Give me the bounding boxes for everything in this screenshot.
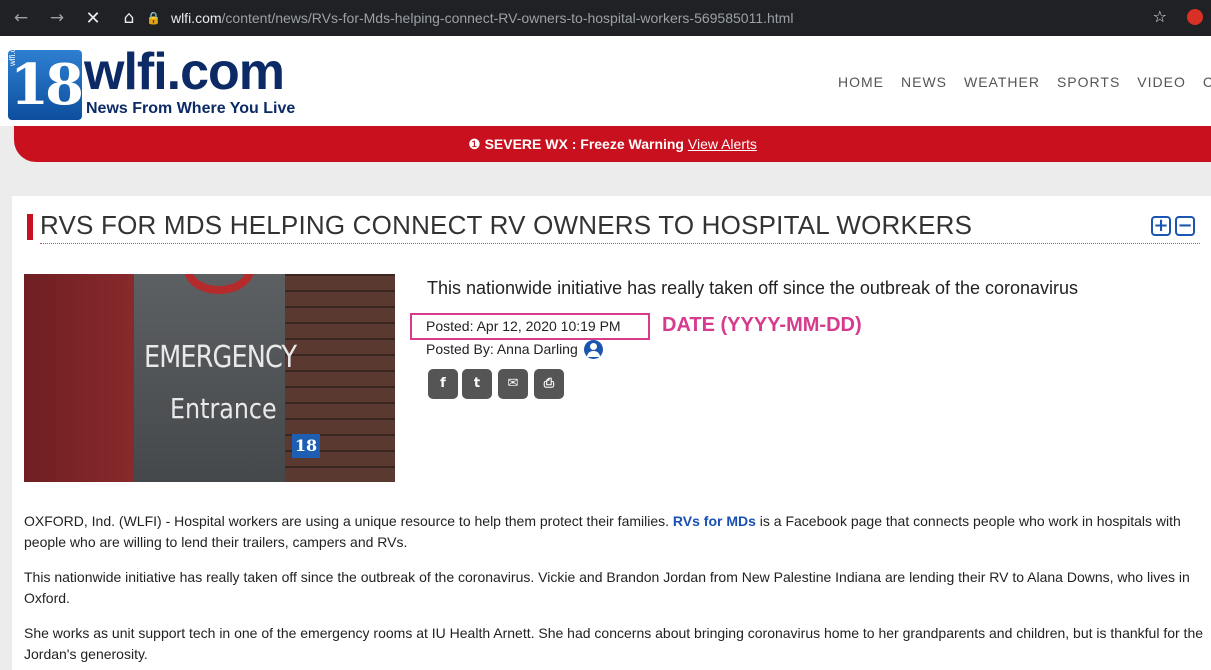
nav-news[interactable]: NEWS — [901, 74, 947, 90]
url-text[interactable]: wlfi.com/content/news/RVs-for-Mds-helpin… — [171, 10, 794, 26]
photo-watermark-logo: 18 — [292, 434, 320, 458]
logo-side-text: wlfi.com — [8, 37, 17, 66]
photo-sign-emergency: EMERGENCY — [144, 340, 297, 375]
byline: Posted By: Anna Darling — [426, 340, 603, 359]
address-bar[interactable]: 🔒 wlfi.com/content/news/RVs-for-Mds-help… — [140, 5, 1180, 31]
forward-arrow-icon[interactable]: → — [46, 8, 68, 28]
extension-icon[interactable] — [1187, 9, 1203, 25]
nav-more[interactable]: CO — [1203, 74, 1211, 90]
site-header: 18 wlfi.com wlfi.com News From Where You… — [0, 36, 1211, 126]
article-headline: RVS FOR MDS HELPING CONNECT RV OWNERS TO… — [40, 210, 973, 240]
nav-sports[interactable]: SPORTS — [1057, 74, 1120, 90]
article-photo[interactable]: EMERGENCY Entrance 18 — [24, 274, 395, 482]
posted-date: Posted: Apr 12, 2020 10:19 PM — [426, 318, 621, 334]
expand-icon[interactable]: + — [1151, 216, 1171, 236]
article-paragraph-2: This nationwide initiative has really ta… — [24, 569, 1190, 606]
article-subhead: This nationwide initiative has really ta… — [427, 278, 1079, 298]
paragraph-1-lead: OXFORD, Ind. (WLFI) - Hospital workers a… — [24, 513, 673, 529]
alert-label: SEVERE WX : Freeze Warning — [484, 136, 684, 152]
nav-video[interactable]: VIDEO — [1137, 74, 1186, 90]
bookmark-star-icon[interactable]: ☆ — [1153, 7, 1167, 26]
site-tagline: News From Where You Live — [86, 100, 296, 117]
photo-wall — [134, 274, 294, 482]
view-alerts-link[interactable]: View Alerts — [688, 136, 757, 152]
rvs-for-mds-link[interactable]: RVs for MDs — [673, 513, 756, 529]
article-card: RVS FOR MDS HELPING CONNECT RV OWNERS TO… — [12, 196, 1211, 670]
severe-weather-alert: ❶ SEVERE WX : Freeze Warning View Alerts — [14, 126, 1211, 162]
twitter-share-icon[interactable]: t — [462, 369, 492, 399]
lock-icon: 🔒 — [146, 11, 161, 25]
browser-toolbar: ← → ✕ ⌂ 🔒 wlfi.com/content/news/RVs-for-… — [0, 0, 1211, 36]
stop-loading-icon[interactable]: ✕ — [82, 8, 104, 29]
byline-text: Posted By: Anna Darling — [426, 341, 578, 357]
url-path: /content/news/RVs-for-Mds-helping-connec… — [221, 10, 794, 26]
alert-icon: ❶ — [468, 136, 481, 152]
home-icon[interactable]: ⌂ — [118, 8, 140, 28]
site-logo-name[interactable]: wlfi.com — [84, 46, 285, 98]
article-paragraph-1: OXFORD, Ind. (WLFI) - Hospital workers a… — [24, 511, 1204, 553]
photo-sign-entrance: Entrance — [170, 392, 277, 425]
facebook-share-icon[interactable]: f — [428, 369, 458, 399]
headline-divider — [40, 243, 1200, 244]
nav-home[interactable]: HOME — [838, 74, 884, 90]
main-nav: HOME NEWS WEATHER SPORTS VIDEO CO — [838, 74, 1211, 90]
collapse-icon[interactable]: − — [1175, 216, 1195, 236]
photo-door-panel — [24, 274, 144, 482]
date-annotation-label: DATE (YYYY-MM-DD) — [662, 314, 862, 336]
back-arrow-icon[interactable]: ← — [10, 8, 32, 28]
url-host: wlfi.com — [170, 10, 222, 26]
headline-accent-bar — [27, 214, 33, 240]
user-profile-icon[interactable] — [583, 340, 603, 359]
nav-weather[interactable]: WEATHER — [964, 74, 1040, 90]
logo-badge[interactable]: 18 — [8, 50, 84, 120]
article-paragraph-3: She works as unit support tech in one of… — [24, 625, 1204, 662]
email-share-icon[interactable]: ✉ — [498, 369, 528, 399]
print-icon[interactable]: ⎙ — [534, 369, 564, 399]
logo-number: 18 — [10, 52, 84, 118]
